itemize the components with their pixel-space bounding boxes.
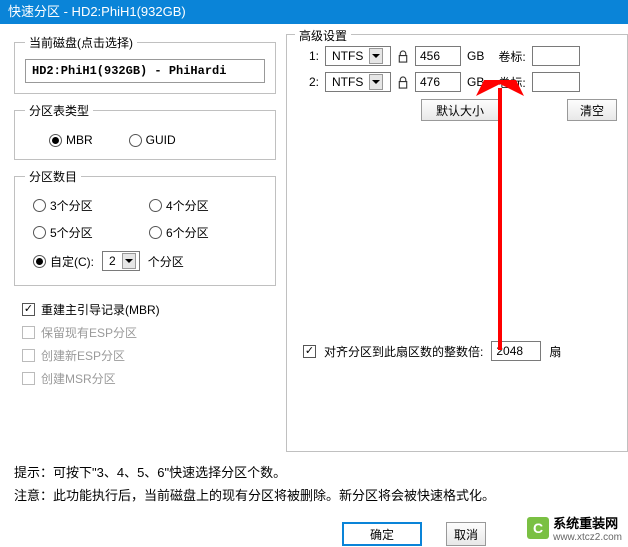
radio-3-label: 3个分区 — [50, 197, 93, 214]
custom-count-suffix: 个分区 — [148, 253, 184, 270]
table-type-group: 分区表类型 MBR GUID — [14, 102, 276, 160]
current-disk-legend: 当前磁盘(点击选择) — [25, 34, 137, 51]
current-disk-group: 当前磁盘(点击选择) HD2:PhiH1(932GB) - PhiHardi — [14, 34, 276, 94]
advanced-legend: 高级设置 — [295, 27, 351, 44]
row1-vol-input[interactable] — [532, 46, 580, 66]
ok-button[interactable]: 确定 — [342, 522, 422, 546]
window-titlebar: 快速分区 - HD2:PhiH1(932GB) — [0, 0, 628, 24]
chevron-down-icon — [369, 48, 383, 64]
hint-line-1: 提示：可按下"3、4、5、6"快速选择分区个数。 — [14, 460, 628, 483]
lock-icon[interactable] — [397, 76, 409, 89]
radio-6-label: 6个分区 — [166, 224, 209, 241]
radio-6-input[interactable] — [149, 226, 162, 239]
checkbox-keep-esp-row: 保留现有ESP分区 — [14, 321, 276, 344]
advanced-settings-group: 高级设置 1: NTFS GB 卷标: 2: NTFS — [286, 34, 628, 452]
partition-count-group: 分区数目 3个分区 4个分区 5个分区 6个分区 — [14, 168, 276, 286]
row1-index: 1: — [297, 49, 319, 63]
radio-6-partitions[interactable]: 6个分区 — [149, 224, 265, 241]
radio-5-partitions[interactable]: 5个分区 — [33, 224, 149, 241]
custom-count-select[interactable]: 2 — [102, 251, 140, 271]
watermark-url: www.xtcz2.com — [553, 532, 622, 543]
radio-3-input[interactable] — [33, 199, 46, 212]
radio-4-label: 4个分区 — [166, 197, 209, 214]
logo-icon: C — [527, 517, 549, 539]
clear-button[interactable]: 清空 — [567, 99, 617, 121]
cancel-button[interactable]: 取消 — [446, 522, 486, 546]
row2-vol-input[interactable] — [532, 72, 580, 92]
radio-custom[interactable]: 自定(C): — [33, 253, 94, 270]
row2-index: 2: — [297, 75, 319, 89]
watermark-text: 系统重装网 — [553, 513, 622, 532]
radio-4-input[interactable] — [149, 199, 162, 212]
checkbox-rebuild-mbr[interactable] — [22, 303, 35, 316]
radio-custom-input[interactable] — [33, 255, 46, 268]
radio-mbr-input[interactable] — [49, 134, 62, 147]
checkbox-create-esp-label: 创建新ESP分区 — [41, 347, 125, 364]
partition-row-1: 1: NTFS GB 卷标: — [297, 43, 627, 69]
radio-mbr[interactable]: MBR — [49, 133, 93, 147]
row1-fs-value: NTFS — [332, 49, 363, 63]
align-row: 对齐分区到此扇区数的整数倍: 扇 — [297, 341, 627, 361]
radio-custom-label: 自定(C): — [50, 253, 94, 270]
row2-vol-label: 卷标: — [498, 74, 525, 91]
checkbox-keep-esp-label: 保留现有ESP分区 — [41, 324, 137, 341]
radio-4-partitions[interactable]: 4个分区 — [149, 197, 265, 214]
table-type-legend: 分区表类型 — [25, 102, 93, 119]
radio-guid[interactable]: GUID — [129, 133, 176, 147]
row2-size-input[interactable] — [415, 72, 461, 92]
chevron-down-icon — [122, 253, 136, 269]
checkbox-create-esp-row: 创建新ESP分区 — [14, 344, 276, 367]
checkbox-keep-esp — [22, 326, 35, 339]
radio-mbr-label: MBR — [66, 133, 93, 147]
partition-count-legend: 分区数目 — [25, 168, 81, 185]
align-value-input[interactable] — [491, 341, 541, 361]
row1-fs-select[interactable]: NTFS — [325, 46, 391, 66]
radio-guid-input[interactable] — [129, 134, 142, 147]
row2-fs-value: NTFS — [332, 75, 363, 89]
hint-line-2: 注意：此功能执行后，当前磁盘上的现有分区将被删除。新分区将会被快速格式化。 — [14, 483, 628, 506]
default-size-button[interactable]: 默认大小 — [421, 99, 499, 121]
checkbox-create-esp — [22, 349, 35, 362]
align-label: 对齐分区到此扇区数的整数倍: — [324, 343, 483, 360]
row1-size-input[interactable] — [415, 46, 461, 66]
checkbox-rebuild-mbr-label: 重建主引导记录(MBR) — [41, 301, 160, 318]
align-checkbox[interactable] — [303, 345, 316, 358]
radio-guid-label: GUID — [146, 133, 176, 147]
lock-icon[interactable] — [397, 50, 409, 63]
partition-row-2: 2: NTFS GB 卷标: — [297, 69, 627, 95]
current-disk-value[interactable]: HD2:PhiH1(932GB) - PhiHardi — [25, 59, 265, 83]
checkbox-create-msr-label: 创建MSR分区 — [41, 370, 116, 387]
window-title: 快速分区 - HD2:PhiH1(932GB) — [8, 4, 186, 19]
chevron-down-icon — [369, 74, 383, 90]
radio-3-partitions[interactable]: 3个分区 — [33, 197, 149, 214]
hints-block: 提示：可按下"3、4、5、6"快速选择分区个数。 注意：此功能执行后，当前磁盘上… — [0, 452, 628, 506]
checkbox-create-msr — [22, 372, 35, 385]
watermark: C 系统重装网 www.xtcz2.com — [523, 511, 626, 545]
row2-fs-select[interactable]: NTFS — [325, 72, 391, 92]
row1-vol-label: 卷标: — [498, 48, 525, 65]
radio-5-input[interactable] — [33, 226, 46, 239]
checkbox-create-msr-row: 创建MSR分区 — [14, 367, 276, 390]
custom-count-value: 2 — [109, 254, 116, 268]
row1-unit: GB — [467, 49, 484, 63]
row2-unit: GB — [467, 75, 484, 89]
align-unit: 扇 — [549, 343, 561, 360]
radio-5-label: 5个分区 — [50, 224, 93, 241]
checkbox-rebuild-mbr-row[interactable]: 重建主引导记录(MBR) — [14, 298, 276, 321]
